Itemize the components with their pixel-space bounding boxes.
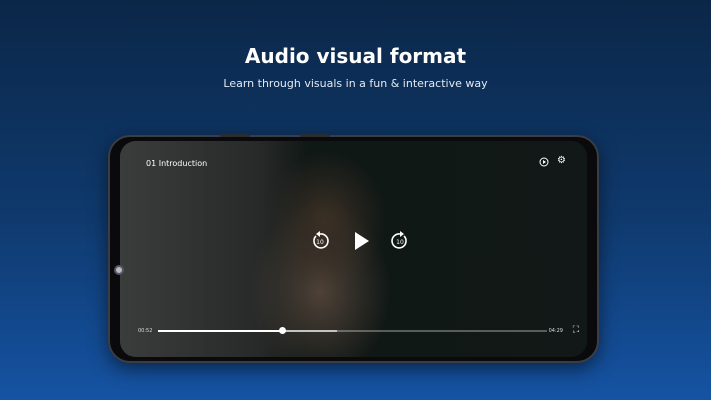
phone-button [300,134,330,137]
page-title: Audio visual format [244,44,467,68]
settings-gear-icon[interactable]: ⚙ [557,156,566,166]
phone-frame: 01 Introduction ⚙ 10 10 00:52 04:29 ⛶ [108,134,599,363]
play-button[interactable] [352,231,372,251]
phone-notch [110,197,120,297]
episode-title: 01 Introduction [146,159,208,168]
forward-10-button[interactable]: 10 [390,231,410,251]
seek-thumb[interactable] [279,327,287,334]
phone-button [220,134,250,137]
rewind-seconds: 10 [316,239,324,246]
progress-bar [158,330,283,332]
play-icon [355,232,369,250]
camera-icon [114,265,124,275]
current-time: 00:52 [138,328,153,334]
rewind-10-button[interactable]: 10 [310,231,330,251]
duration: 04:29 [548,328,563,334]
seek-bar[interactable] [158,327,547,334]
page-subtitle: Learn through visuals in a fun & interac… [223,77,488,90]
playback-speed-icon[interactable] [539,157,549,170]
forward-seconds: 10 [396,239,404,246]
fullscreen-exit-icon[interactable]: ⛶ [573,325,579,335]
video-player[interactable]: 01 Introduction ⚙ 10 10 00:52 04:29 ⛶ [120,141,587,357]
